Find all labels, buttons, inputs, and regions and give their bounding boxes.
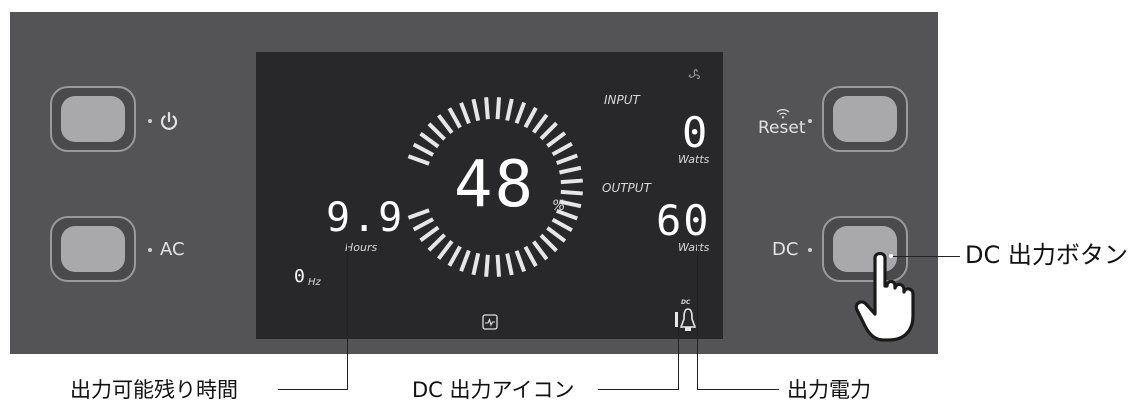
output-power-callout: 出力電力 <box>787 378 871 402</box>
reset-dot <box>808 119 812 123</box>
battery-ring-tick <box>532 113 549 134</box>
device-panel: AC Reset DC 48 % INPUT 0 Watts OUTPUT 60… <box>10 12 938 354</box>
ac-label: AC <box>160 239 185 260</box>
callout-line-output-horizontal <box>697 389 779 390</box>
power-icon <box>160 111 178 130</box>
callout-line-dc-icon-vertical <box>678 325 679 390</box>
input-value: 0 <box>682 108 710 157</box>
battery-ring-tick <box>539 233 558 253</box>
input-unit: Watts <box>678 153 710 166</box>
hand-pointer-icon <box>854 251 915 342</box>
battery-ring-tick <box>505 253 514 276</box>
battery-ring-tick <box>532 240 549 261</box>
battery-ring-tick <box>514 101 527 124</box>
battery-ring-tick <box>546 131 567 148</box>
battery-ring-tick <box>539 121 558 141</box>
battery-ring-tick <box>447 107 462 129</box>
callout-line-dc-icon-horizontal <box>598 389 679 390</box>
dc-label: DC <box>772 239 799 260</box>
battery-ring-tick <box>447 245 462 267</box>
battery-ring-tick <box>495 254 502 277</box>
battery-ring-tick <box>407 208 430 220</box>
power-button[interactable] <box>50 86 136 152</box>
battery-ring-tick <box>495 97 502 120</box>
lcd-screen: 48 % INPUT 0 Watts OUTPUT 60 Watts 9.9 H… <box>256 52 723 339</box>
hours-value: 9.9 <box>326 195 405 241</box>
battery-ring-tick <box>523 245 538 268</box>
ac-button-face[interactable] <box>61 226 125 272</box>
battery-ring-tick <box>514 250 527 273</box>
callout-line-hours-horizontal <box>278 389 348 390</box>
percent-sign: % <box>552 198 566 214</box>
hours-unit: Hours <box>345 241 378 254</box>
power-dot <box>148 119 152 123</box>
battery-ring-tick <box>559 165 582 175</box>
power-button-face[interactable] <box>61 96 125 142</box>
battery-percent-value: 48 <box>454 148 536 222</box>
output-unit: Watts <box>678 241 710 254</box>
battery-ring-tick <box>551 142 573 157</box>
dc-icon-text: DC <box>681 299 691 306</box>
battery-ring-tick <box>419 131 440 149</box>
ac-dot <box>148 248 152 252</box>
monitor-icon <box>482 314 498 330</box>
battery-ring-tick <box>437 114 454 135</box>
battery-ring-tick <box>412 142 435 157</box>
battery-ring-tick <box>546 226 567 243</box>
battery-ring-tick <box>484 97 490 120</box>
frequency-value: 0 <box>294 266 307 287</box>
battery-ring-tick <box>427 233 446 252</box>
battery-ring-tick <box>412 217 435 232</box>
callout-line-output-vertical <box>697 242 698 390</box>
battery-ring-tick <box>459 249 471 272</box>
dc-button-callout: DC 出力ボタン <box>965 241 1128 269</box>
battery-ring-tick <box>560 189 583 196</box>
callout-line-hours-vertical <box>347 242 348 390</box>
fan-icon <box>688 69 700 79</box>
battery-ring-tick <box>523 106 538 129</box>
battery-ring-tick <box>505 98 514 121</box>
remaining-time-callout: 出力可能残り時間 <box>70 378 238 402</box>
output-value: 60 <box>656 196 711 245</box>
input-label: INPUT <box>604 93 640 107</box>
battery-ring-tick <box>407 154 430 166</box>
ac-button[interactable] <box>50 216 136 282</box>
reset-button-face[interactable] <box>833 96 897 142</box>
battery-ring-tick <box>437 239 454 260</box>
output-label: OUTPUT <box>602 181 651 195</box>
reset-button[interactable] <box>822 86 908 152</box>
dc-dot <box>808 248 812 252</box>
battery-ring-tick <box>419 225 440 243</box>
battery-ring-tick <box>471 252 481 276</box>
frequency-unit: Hz <box>308 277 321 288</box>
battery-ring-tick <box>560 178 583 185</box>
reset-label: Reset <box>758 118 806 138</box>
battery-ring-tick <box>484 254 490 277</box>
battery-ring-tick <box>471 98 481 122</box>
battery-ring-tick <box>555 153 578 166</box>
battery-ring-tick <box>427 122 446 141</box>
dc-output-icon-callout: DC 出力アイコン <box>412 378 575 402</box>
battery-ring-tick <box>551 217 573 232</box>
battery-ring-tick <box>459 102 471 125</box>
